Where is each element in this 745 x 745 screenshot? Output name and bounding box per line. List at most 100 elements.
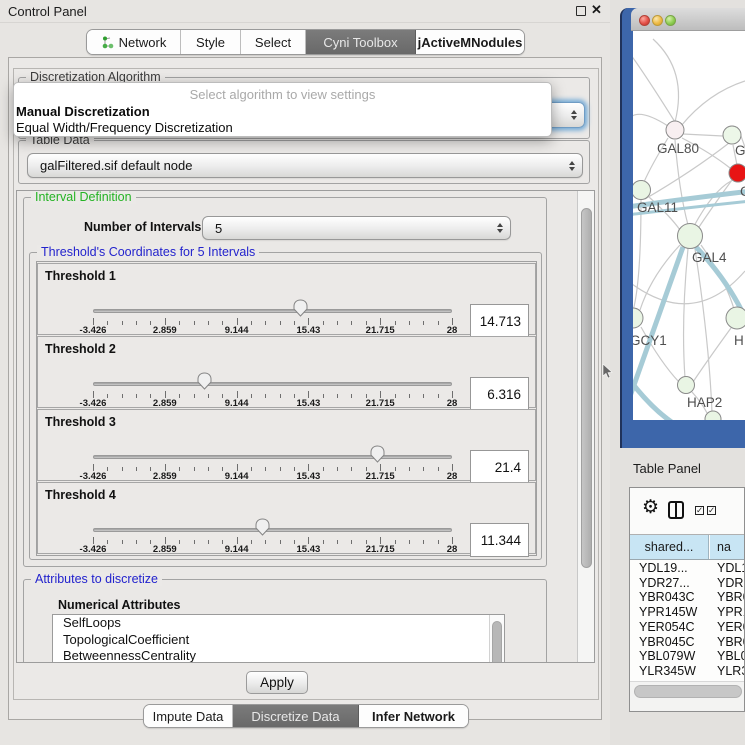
apply-button[interactable]: Apply — [246, 671, 308, 694]
slider-tick — [237, 318, 238, 325]
table-row[interactable]: YDL19...YDL1... — [630, 561, 744, 575]
columns-icon[interactable] — [668, 501, 684, 519]
attribute-list-item[interactable]: SelfLoops — [53, 615, 504, 632]
network-node[interactable] — [678, 377, 695, 394]
column-header-shared[interactable]: shared... — [630, 535, 709, 559]
threshold-value-field[interactable]: 21.4 — [470, 450, 529, 484]
threshold-value-field[interactable]: 14.713 — [470, 304, 529, 338]
network-node[interactable] — [705, 411, 721, 420]
table-row[interactable]: YBR043CYBR0... — [630, 590, 744, 604]
thresholds-group: Threshold's Coordinates for 5 Intervals … — [29, 252, 542, 560]
network-node[interactable] — [726, 307, 745, 329]
number-of-intervals-spinner[interactable]: 5 — [202, 216, 511, 240]
slider-track[interactable] — [93, 309, 452, 313]
slider-tick — [308, 318, 309, 325]
network-node[interactable] — [633, 181, 651, 200]
tab-impute-data[interactable]: Impute Data — [144, 705, 233, 727]
cell-name: YDR2... — [717, 576, 745, 590]
checkbox-checked-icon[interactable]: ✓ — [695, 506, 704, 515]
tab-discretize-data[interactable]: Discretize Data — [233, 705, 359, 727]
column-header-name[interactable]: na — [710, 535, 745, 559]
list-scrollbar-thumb[interactable] — [492, 621, 502, 663]
control-panel-window: Control Panel ✕ Network Style Select Cyn… — [0, 0, 610, 745]
settings-scrollbar[interactable] — [577, 191, 594, 662]
table-hscrollbar-thumb[interactable] — [634, 685, 742, 698]
table-row[interactable]: YPR145WYPR1... — [630, 605, 744, 619]
network-node[interactable] — [666, 121, 684, 139]
slider-tick — [452, 537, 453, 544]
minimize-traffic-light-icon[interactable] — [652, 15, 663, 26]
slider-tick — [380, 537, 381, 544]
number-of-intervals-label: Number of Intervals — [84, 220, 201, 234]
slider-track[interactable] — [93, 455, 452, 459]
tab-network[interactable]: Network — [87, 30, 181, 54]
slider-thumb[interactable] — [254, 518, 271, 536]
slider-thumb[interactable] — [369, 445, 386, 463]
group-title: Interval Definition — [31, 190, 136, 204]
gear-icon[interactable]: ⚙ — [642, 496, 659, 519]
table-hscrollbar[interactable] — [630, 681, 744, 711]
slider-track[interactable] — [93, 528, 452, 532]
numerical-attributes-label: Numerical Attributes — [58, 598, 180, 612]
network-node-label: GAL — [735, 143, 745, 158]
slider-tick-label: 9.144 — [207, 544, 267, 555]
slider-tick — [452, 318, 453, 325]
table-data-combobox[interactable]: galFiltered.sif default node — [27, 153, 583, 178]
close-icon[interactable]: ✕ — [591, 2, 602, 18]
popup-item-manual-discretization[interactable]: Manual Discretization — [16, 104, 150, 119]
network-node[interactable] — [633, 308, 643, 328]
window-title: Control Panel — [8, 4, 87, 19]
list-scrollbar[interactable] — [489, 615, 504, 663]
close-traffic-light-icon[interactable] — [639, 15, 650, 26]
network-node[interactable] — [678, 224, 703, 249]
tab-jactivemnodules[interactable]: jActiveMNodules — [416, 30, 524, 54]
group-title: Threshold's Coordinates for 5 Intervals — [37, 245, 259, 259]
table-row[interactable]: YLR345WYLR3... — [630, 664, 744, 678]
network-window-titlebar[interactable] — [631, 8, 745, 31]
tab-cyni-toolbox[interactable]: Cyni Toolbox — [306, 30, 416, 54]
popup-hint: Select algorithm to view settings — [14, 87, 551, 102]
float-window-icon[interactable] — [576, 6, 586, 16]
slider-tick-label: 15.43 — [278, 544, 338, 555]
threshold-row-3: Threshold 3 -3.4262.8599.14415.4321.7152… — [37, 409, 536, 481]
table-panel: ⚙ ✓ ✓ shared... na YDL19...YDL1...YDR27.… — [629, 487, 745, 712]
network-node[interactable] — [723, 126, 741, 144]
network-node-label: H — [734, 333, 744, 348]
slider-thumb[interactable] — [292, 299, 309, 317]
threshold-value-field[interactable]: 11.344 — [470, 523, 529, 557]
slider-tick-label: 15.43 — [278, 325, 338, 336]
popup-item-equal-width-frequency[interactable]: Equal Width/Frequency Discretization — [16, 120, 233, 135]
slider-tick-label: -3.426 — [63, 398, 123, 409]
table-row[interactable]: YBR045CYBR0... — [630, 635, 744, 649]
slider-tick-label: 15.43 — [278, 471, 338, 482]
table-row[interactable]: YBL079WYBL0... — [630, 649, 744, 663]
cell-name: YLR3... — [717, 664, 745, 678]
tab-infer-network[interactable]: Infer Network — [359, 705, 468, 727]
cell-shared-name: YPR145W — [639, 605, 697, 619]
network-canvas[interactable]: GAL80GALCYGAL11GAL4GCY1HHAP2 — [633, 31, 745, 420]
cell-shared-name: YER054C — [639, 620, 695, 634]
threshold-value-field[interactable]: 6.316 — [470, 377, 529, 411]
numerical-attributes-list[interactable]: SelfLoopsTopologicalCoefficientBetweenne… — [52, 614, 505, 663]
table-row[interactable]: YER054CYER0... — [630, 620, 744, 634]
checkbox-checked-icon[interactable]: ✓ — [707, 506, 716, 515]
threshold-label: Threshold 4 — [45, 488, 116, 502]
attribute-list-item[interactable]: TopologicalCoefficient — [53, 632, 504, 649]
table-row[interactable]: YDR27...YDR2... — [630, 576, 744, 590]
tab-label: Impute Data — [153, 709, 224, 724]
network-node-label: GCY1 — [633, 333, 667, 348]
network-node-label: CY — [740, 184, 745, 199]
settings-scrollbar-thumb[interactable] — [581, 208, 592, 568]
tab-style[interactable]: Style — [181, 30, 241, 54]
zoom-traffic-light-icon[interactable] — [665, 15, 676, 26]
threshold-row-1: Threshold 1 -3.4262.8599.14415.4321.7152… — [37, 263, 536, 335]
slider-thumb[interactable] — [196, 372, 213, 390]
attribute-list-item[interactable]: BetweennessCentrality — [53, 648, 504, 663]
table-header-row: shared... na — [630, 534, 744, 560]
slider-tick — [380, 391, 381, 398]
slider-track[interactable] — [93, 382, 452, 386]
tab-label: Infer Network — [372, 709, 455, 724]
slider-tick-label: 2.859 — [135, 471, 195, 482]
network-node[interactable] — [729, 164, 745, 182]
tab-select[interactable]: Select — [241, 30, 306, 54]
